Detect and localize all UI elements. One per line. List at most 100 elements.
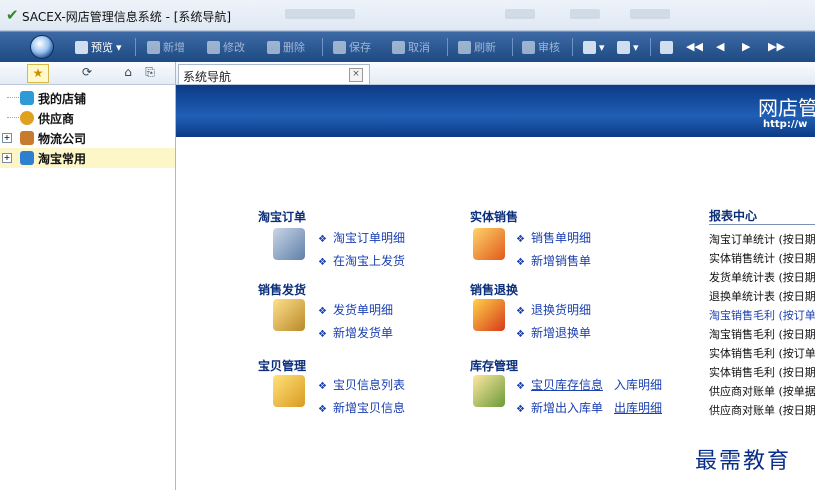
section-physical-sales: 实体销售 [470, 210, 519, 224]
tab-system-navigation[interactable]: 系统导航 × [178, 64, 370, 84]
tree-item-supplier[interactable]: 供应商 [0, 108, 175, 128]
link-outbound-detail[interactable]: 出库明细 [614, 399, 662, 416]
app-menu-orb-icon[interactable] [30, 35, 54, 59]
window-icon [20, 151, 34, 165]
report-link[interactable]: 淘宝销售毛利 (按日期 [709, 326, 815, 342]
watermark: 最需教育 [695, 449, 792, 474]
tree-item-my-shop[interactable]: 我的店铺 [0, 88, 175, 108]
first-record-icon[interactable]: ◀◀ [686, 40, 703, 53]
banner: 网店管 http://w [176, 85, 815, 137]
section-sales-return: 销售退换 [470, 283, 519, 297]
product-icon [273, 375, 305, 407]
refresh-icon [458, 40, 471, 54]
tree-item-logistics[interactable]: + 物流公司 [0, 128, 175, 148]
checkmark-icon [522, 40, 535, 54]
link-taobao-order-detail[interactable]: ❖ 淘宝订单明细 [318, 229, 405, 246]
export-dropdown-button[interactable]: ▾ [617, 39, 639, 55]
edit-button[interactable]: 修改 [207, 39, 245, 55]
layout-button[interactable] [660, 39, 676, 55]
window-title: SACEX-网店管理信息系统 - [系统导航] [22, 10, 232, 24]
toolbar-separator [650, 38, 651, 56]
close-tab-icon[interactable]: × [349, 68, 363, 82]
house-icon [20, 91, 34, 105]
favorites-star-icon[interactable]: ★ [27, 64, 49, 83]
report-link[interactable]: 淘宝订单统计 (按日期 [709, 231, 815, 247]
blurred-area [285, 9, 355, 19]
layout-icon [660, 40, 673, 54]
print-icon [583, 40, 596, 54]
toolbar-separator [322, 38, 323, 56]
preview-icon [75, 40, 88, 54]
last-record-icon[interactable]: ▶▶ [768, 40, 785, 53]
print-dropdown-button[interactable]: ▾ [583, 39, 605, 55]
report-link[interactable]: 实体销售毛利 (按日期 [709, 364, 815, 380]
sidebar-tab-icon-4[interactable]: ⎘ [140, 64, 160, 81]
sales-icon [473, 228, 505, 260]
link-inbound-detail[interactable]: 入库明细 [614, 376, 662, 393]
undo-icon [392, 40, 405, 54]
section-taobao-order: 淘宝订单 [258, 210, 307, 224]
link-inventory-info[interactable]: ❖ 宝贝库存信息 [516, 376, 603, 393]
report-link[interactable]: 实体销售统计 (按日期 [709, 250, 815, 266]
link-new-in-out-order[interactable]: ❖ 新增出入库单 [516, 399, 603, 416]
sidebar-tab-icon-2[interactable]: ⟳ [77, 64, 97, 81]
report-link[interactable]: 供应商对账单 (按日期 [709, 402, 815, 418]
report-link[interactable]: 供应商对账单 (按单据 [709, 383, 815, 399]
taobao-order-icon [273, 228, 305, 260]
title-bar: ✔ SACEX-网店管理信息系统 - [系统导航] [0, 0, 815, 31]
refresh-button[interactable]: 刷新 [458, 39, 496, 55]
next-record-icon[interactable]: ▶ [742, 40, 750, 53]
link-new-return-order[interactable]: ❖ 新增退换单 [516, 324, 591, 341]
edit-icon [207, 40, 220, 54]
main-panel: 系统导航 × 网店管 http://w 淘宝订单 ❖ 淘宝订单明细 ❖ 在淘宝上发货… [176, 62, 815, 490]
report-link[interactable]: 实体销售毛利 (按订单 [709, 345, 815, 361]
toolbar-separator [572, 38, 573, 56]
document-tabbar: 系统导航 × [176, 62, 815, 85]
preview-button[interactable]: 预览 ▾ [75, 39, 122, 55]
export-icon [617, 40, 630, 54]
save-icon [333, 40, 346, 54]
cancel-button[interactable]: 取消 [392, 39, 430, 55]
section-product-management: 宝贝管理 [258, 359, 307, 373]
toolbar-separator [135, 38, 136, 56]
people-icon [20, 131, 34, 145]
save-button[interactable]: 保存 [333, 39, 371, 55]
expand-icon[interactable]: + [2, 133, 12, 143]
link-ship-on-taobao[interactable]: ❖ 在淘宝上发货 [318, 252, 405, 269]
link-new-sales-order[interactable]: ❖ 新增销售单 [516, 252, 591, 269]
blurred-area [570, 9, 600, 19]
home-icon[interactable]: ⌂ [118, 64, 138, 81]
shipping-icon [273, 299, 305, 331]
banner-url: http://w [763, 119, 808, 130]
delete-button[interactable]: 删除 [267, 39, 305, 55]
add-icon [147, 40, 160, 54]
section-inventory-management: 库存管理 [470, 359, 519, 373]
expand-icon[interactable]: + [2, 153, 12, 163]
supplier-icon [20, 111, 34, 125]
link-shipping-detail[interactable]: ❖ 发货单明细 [318, 301, 393, 318]
link-product-list[interactable]: ❖ 宝贝信息列表 [318, 376, 405, 393]
nav-tree: 我的店铺 供应商 + 物流公司 + 淘宝常用 [0, 85, 175, 168]
report-link[interactable]: 退换单统计表 (按日期 [709, 288, 815, 304]
toolbar-separator [447, 38, 448, 56]
link-sales-order-detail[interactable]: ❖ 销售单明细 [516, 229, 591, 246]
banner-title: 网店管 [758, 96, 815, 120]
reports-center-title: 报表中心 [709, 209, 758, 223]
section-sales-shipping: 销售发货 [258, 283, 307, 297]
blurred-area [630, 9, 670, 19]
return-icon [473, 299, 505, 331]
link-new-shipping-order[interactable]: ❖ 新增发货单 [318, 324, 393, 341]
app-logo-icon: ✔ [6, 6, 19, 24]
reports-divider [709, 224, 815, 225]
main-toolbar: 预览 ▾ 新增 修改 删除 保存 取消 刷新 审核 ▾ ▾ ◀◀ ◀ ▶ ▶▶ [0, 31, 815, 63]
tree-item-taobao-common[interactable]: + 淘宝常用 [0, 148, 175, 168]
previous-record-icon[interactable]: ◀ [716, 40, 724, 53]
report-link[interactable]: 发货单统计表 (按日期 [709, 269, 815, 285]
add-button[interactable]: 新增 [147, 39, 185, 55]
link-return-detail[interactable]: ❖ 退换货明细 [516, 301, 591, 318]
delete-icon [267, 40, 280, 54]
inventory-icon [473, 375, 505, 407]
approve-button[interactable]: 审核 [522, 39, 560, 55]
report-link-highlighted[interactable]: 淘宝销售毛利 (按订单 [709, 307, 815, 323]
link-new-product[interactable]: ❖ 新增宝贝信息 [318, 399, 405, 416]
